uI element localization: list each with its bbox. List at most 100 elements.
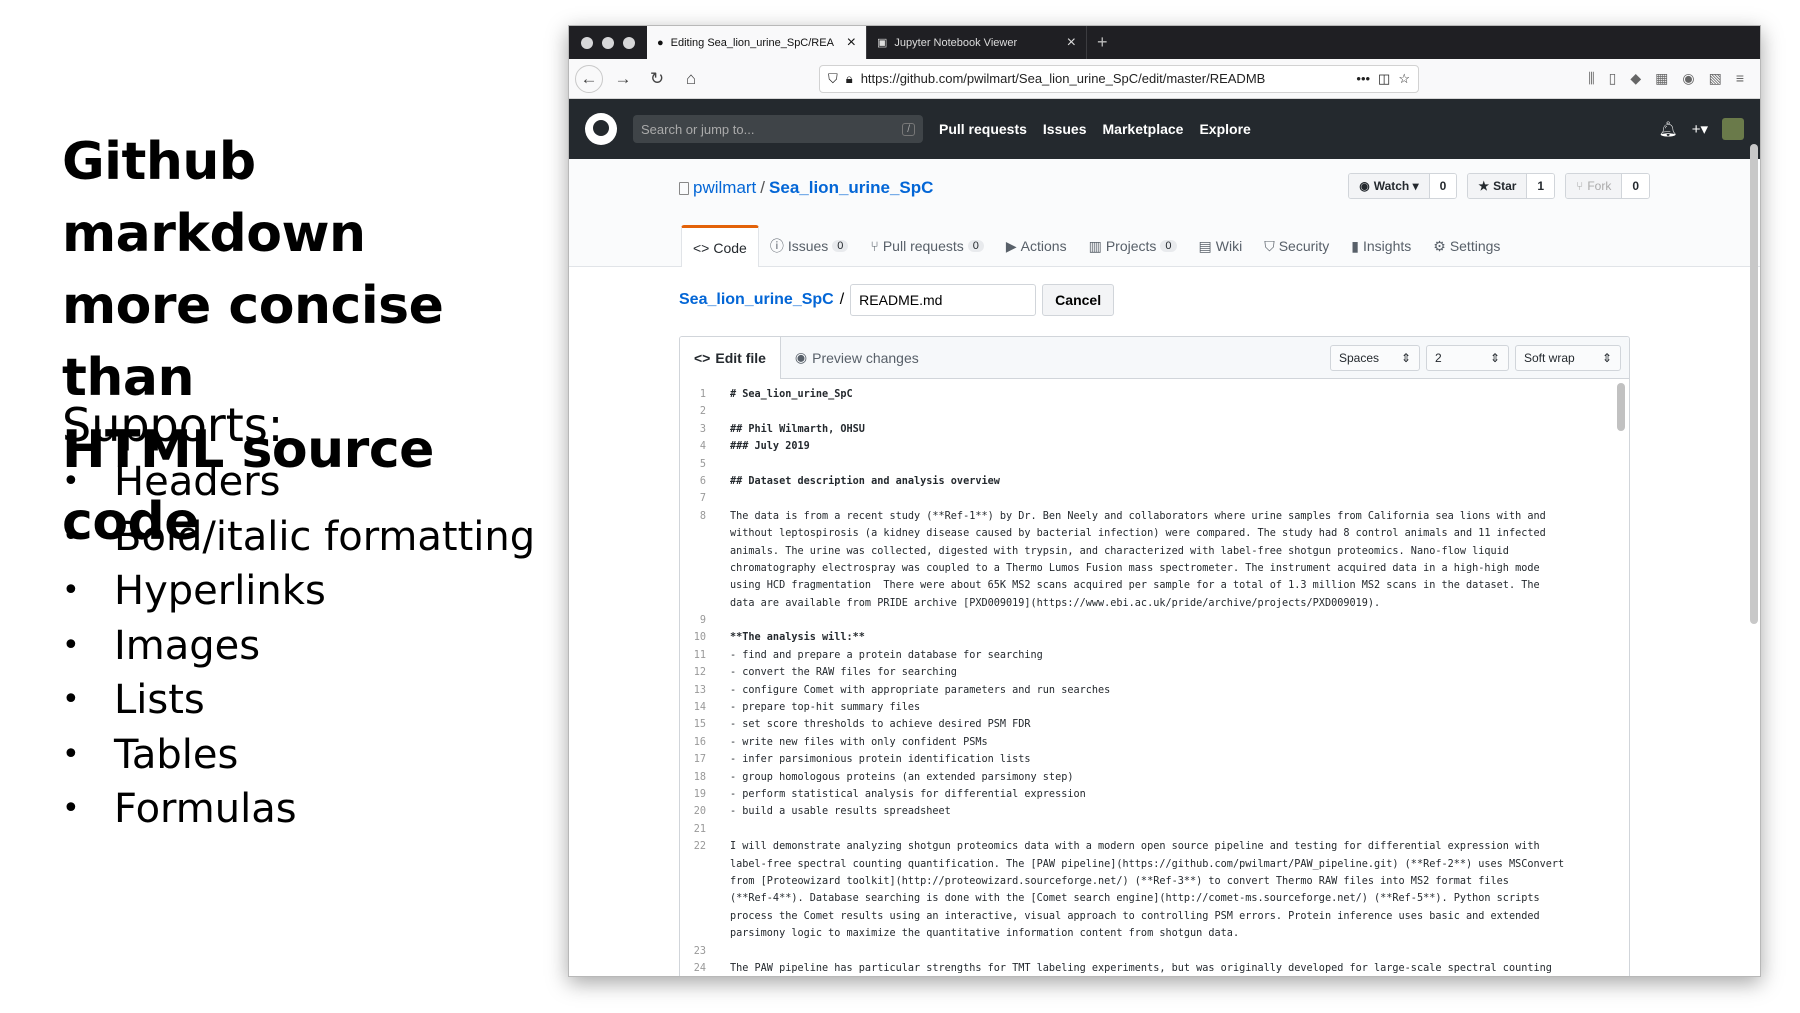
line-text <box>716 490 730 507</box>
nav-marketplace[interactable]: Marketplace <box>1103 121 1184 137</box>
repo-name-link[interactable]: Sea_lion_urine_SpC <box>769 178 933 198</box>
tab-label: Security <box>1278 238 1330 254</box>
tab-label: Projects <box>1105 238 1157 254</box>
avatar[interactable] <box>1722 118 1744 140</box>
tab-label: Editing Sea_lion_urine_SpC/REA <box>670 36 834 49</box>
bullet-icon: • <box>62 736 80 772</box>
tab-actions[interactable]: ▶ Actions <box>995 225 1078 267</box>
page-actions-button[interactable]: ••• <box>1356 71 1370 86</box>
indent-size-select[interactable]: 2 ⇕ <box>1426 345 1509 371</box>
watch-count[interactable]: 0 <box>1428 174 1457 198</box>
browser-tab-editing[interactable]: ● Editing Sea_lion_urine_SpC/REA × <box>647 26 867 59</box>
line-text: - prepare top-hit summary files <box>730 702 921 714</box>
close-window-button[interactable] <box>581 36 593 49</box>
line-text: from [Proteowizard toolkit](http://prote… <box>730 875 1509 887</box>
browser-window: ● Editing Sea_lion_urine_SpC/REA × ▣ Jup… <box>568 25 1761 977</box>
slide-title-line: more concise than <box>62 276 444 408</box>
tab-edit-file[interactable]: <> Edit file <box>680 337 781 379</box>
tab-projects[interactable]: ▥ Projects 0 <box>1078 225 1188 267</box>
repo-owner-link[interactable]: pwilmart <box>693 178 756 198</box>
plus-dropdown-icon[interactable]: +▾ <box>1692 120 1708 138</box>
indent-mode-select[interactable]: Spaces ⇕ <box>1330 345 1420 371</box>
repo-actions: ◉ Watch ▾ 0 ★ Star 1 ⑂ Fork 0 <box>1348 173 1650 199</box>
star-count[interactable]: 1 <box>1526 174 1555 198</box>
bullet-icon: • <box>62 573 80 608</box>
nav-issues[interactable]: Issues <box>1043 121 1087 137</box>
wrap-mode-value: Soft wrap <box>1524 351 1575 365</box>
extension-icon[interactable]: ▦ <box>1655 70 1668 87</box>
library-icon[interactable]: ⫼ <box>1588 70 1594 87</box>
tab-settings[interactable]: ⚙ Settings <box>1422 225 1511 267</box>
tab-icon: ⓘ <box>769 238 784 254</box>
filename-input[interactable] <box>850 284 1037 316</box>
tab-insights[interactable]: ▮ Insights <box>1340 225 1422 267</box>
code-line: animals. The urine was collected, digest… <box>680 543 1629 560</box>
tab-code[interactable]: <> Code <box>681 225 759 267</box>
forward-button[interactable]: → <box>609 65 637 93</box>
path-repo-link[interactable]: Sea_lion_urine_SpC <box>679 291 834 309</box>
fork-button[interactable]: ⑂ Fork 0 <box>1565 173 1650 199</box>
close-tab-icon[interactable]: × <box>1067 34 1076 52</box>
tab-preview-changes[interactable]: ◉ Preview changes <box>781 337 933 378</box>
tab-security[interactable]: ⛉ Security <box>1253 225 1340 267</box>
tab-edit-label: Edit file <box>715 350 766 366</box>
line-number: 19 <box>693 788 706 800</box>
watch-button[interactable]: ◉ Watch ▾ 0 <box>1348 173 1458 199</box>
home-button[interactable]: ⌂ <box>677 65 705 93</box>
code-area[interactable]: 1 # Sea_lion_urine_SpC 2 3 ## Phil Wilmarth,… <box>680 379 1629 976</box>
line-text <box>716 456 730 473</box>
repo-title: pwilmart / Sea_lion_urine_SpC <box>679 178 933 198</box>
extension-icon[interactable]: ◉ <box>1682 70 1694 87</box>
bookmark-star-icon[interactable]: ☆ <box>1398 71 1410 87</box>
maximize-window-button[interactable] <box>623 36 635 49</box>
repo-icon <box>679 181 689 195</box>
tab-pull-requests[interactable]: ⑂ Pull requests 0 <box>859 225 994 267</box>
line-number: 15 <box>693 719 706 731</box>
tab-wiki[interactable]: ▤ Wiki <box>1188 225 1254 267</box>
window-scrollbar[interactable] <box>1750 144 1758 624</box>
nav-pull-requests[interactable]: Pull requests <box>939 121 1027 137</box>
fork-count[interactable]: 0 <box>1621 174 1649 198</box>
github-search-input[interactable]: Search or jump to... / <box>633 115 923 143</box>
search-placeholder: Search or jump to... <box>641 121 755 137</box>
tab-label: Insights <box>1363 238 1412 254</box>
cancel-button[interactable]: Cancel <box>1042 284 1115 316</box>
sidebar-icon[interactable]: ▯ <box>1609 70 1617 87</box>
wrap-mode-select[interactable]: Soft wrap ⇕ <box>1515 345 1621 371</box>
address-bar[interactable]: ⛉ 🔒︎ https://github.com/pwilmart/Sea_lio… <box>819 64 1419 93</box>
tab-preview-label: Preview changes <box>812 349 919 366</box>
extension-icon[interactable]: ◆ <box>1630 70 1641 87</box>
line-text: - build a usable results spreadsheet <box>730 806 951 818</box>
line-number: 3 <box>699 423 706 435</box>
reload-button[interactable]: ↻ <box>643 65 671 93</box>
code-line: 2 <box>680 403 1629 420</box>
fork-label: Fork <box>1587 179 1612 193</box>
pocket-icon[interactable]: ◫ <box>1378 71 1390 87</box>
new-tab-button[interactable]: + <box>1087 26 1118 59</box>
line-number <box>680 543 716 560</box>
tab-issues[interactable]: ⓘ Issues 0 <box>759 225 860 267</box>
line-number: 5 <box>699 458 706 470</box>
menu-icon[interactable]: ≡ <box>1736 70 1744 87</box>
star-label: Star <box>1493 179 1517 193</box>
close-tab-icon[interactable]: × <box>847 34 856 52</box>
line-number: 21 <box>693 823 706 835</box>
line-number: 18 <box>693 771 706 783</box>
nav-explore[interactable]: Explore <box>1199 121 1250 137</box>
star-button[interactable]: ★ Star 1 <box>1467 173 1556 199</box>
tab-icon: <> <box>693 239 710 256</box>
code-line: parsimony logic to maximize the quantita… <box>680 925 1629 942</box>
github-logo-icon[interactable] <box>585 113 617 145</box>
tab-icon: ⛉ <box>1264 237 1275 254</box>
tab-icon: ⑂ <box>870 238 879 254</box>
line-number: 8 <box>699 510 706 522</box>
line-text: chromatography electrospray was coupled … <box>730 562 1540 574</box>
bell-icon[interactable]: 🔔︎ <box>1659 120 1678 138</box>
editor-scrollbar[interactable] <box>1617 383 1625 431</box>
code-line: 11 - find and prepare a protein database … <box>680 647 1629 664</box>
minimize-window-button[interactable] <box>602 36 614 49</box>
extension-icon[interactable]: ▧ <box>1709 70 1722 87</box>
back-button[interactable]: ← <box>575 64 603 93</box>
browser-tab-jupyter[interactable]: ▣ Jupyter Notebook Viewer × <box>867 26 1087 59</box>
browser-tab-bar: ● Editing Sea_lion_urine_SpC/REA × ▣ Jup… <box>569 26 1760 59</box>
